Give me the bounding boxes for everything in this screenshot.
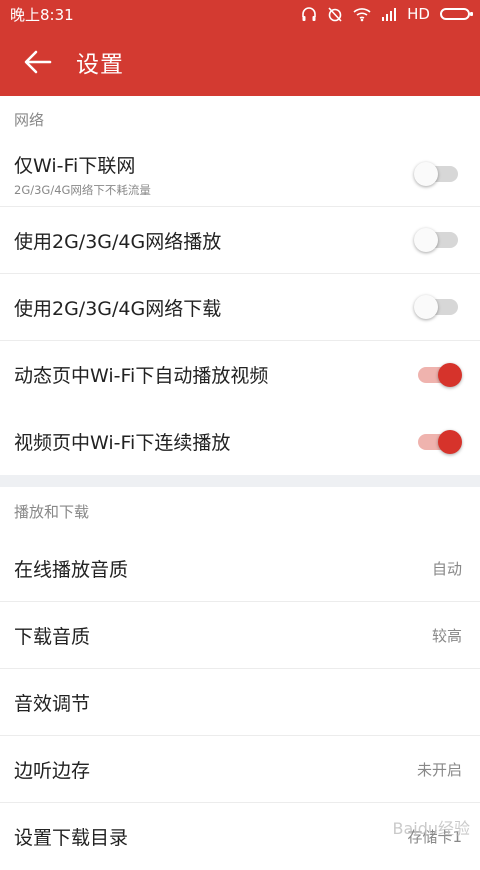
status-bar: 晚上8:31 HD: [0, 0, 480, 28]
section-header-network: 网络: [0, 96, 480, 142]
setting-online-quality[interactable]: 在线播放音质 自动: [0, 535, 480, 602]
status-time: 晚上8:31: [10, 4, 74, 25]
wifi-icon: [353, 6, 371, 22]
headphones-icon: [301, 6, 317, 22]
setting-label: 在线播放音质: [14, 555, 128, 582]
section-playback: 播放和下载 在线播放音质 自动 下载音质 较高 音效调节 边听边存 未开启 设置…: [0, 487, 480, 870]
status-icons: HD: [301, 5, 470, 23]
toggle-switch[interactable]: [414, 162, 462, 186]
setting-label: 视频页中Wi-Fi下连续播放: [14, 428, 230, 455]
network-type: HD: [407, 5, 430, 23]
section-divider: [0, 475, 480, 487]
setting-label: 设置下载目录: [14, 823, 128, 850]
setting-label: 使用2G/3G/4G网络播放: [14, 227, 221, 254]
setting-value: 较高: [432, 625, 462, 646]
toggle-switch[interactable]: [414, 228, 462, 252]
setting-mobile-download[interactable]: 使用2G/3G/4G网络下载: [0, 274, 480, 341]
page-title: 设置: [76, 45, 124, 79]
signal-icon: [381, 7, 397, 21]
setting-value: 自动: [432, 558, 462, 579]
toggle-switch[interactable]: [414, 363, 462, 387]
section-header-playback: 播放和下载: [0, 487, 480, 535]
setting-label: 下载音质: [14, 622, 90, 649]
setting-label: 使用2G/3G/4G网络下载: [14, 294, 221, 321]
network-rows: 仅Wi-Fi下联网 2G/3G/4G网络下不耗流量 使用2G/3G/4G网络播放…: [0, 142, 480, 475]
setting-label: 仅Wi-Fi下联网: [14, 151, 151, 178]
setting-value: 未开启: [417, 759, 462, 780]
battery-icon: [440, 8, 470, 20]
setting-autoplay-feed[interactable]: 动态页中Wi-Fi下自动播放视频: [0, 341, 480, 408]
setting-label: 音效调节: [14, 689, 90, 716]
setting-listen-save[interactable]: 边听边存 未开启: [0, 736, 480, 803]
toggle-switch[interactable]: [414, 295, 462, 319]
title-bar: 设置: [0, 28, 480, 96]
setting-label: 边听边存: [14, 756, 90, 783]
section-network: 网络 仅Wi-Fi下联网 2G/3G/4G网络下不耗流量 使用2G/3G/4G网…: [0, 96, 480, 475]
back-arrow-icon[interactable]: [22, 46, 54, 78]
watermark-logo: Baidu经验: [392, 815, 470, 839]
setting-subtitle: 2G/3G/4G网络下不耗流量: [14, 182, 151, 198]
toggle-switch[interactable]: [414, 430, 462, 454]
setting-text: 仅Wi-Fi下联网 2G/3G/4G网络下不耗流量: [14, 151, 151, 198]
setting-label: 动态页中Wi-Fi下自动播放视频: [14, 361, 268, 388]
setting-download-quality[interactable]: 下载音质 较高: [0, 602, 480, 669]
setting-wifi-only[interactable]: 仅Wi-Fi下联网 2G/3G/4G网络下不耗流量: [0, 142, 480, 207]
setting-mobile-play[interactable]: 使用2G/3G/4G网络播放: [0, 207, 480, 274]
alarm-off-icon: [327, 6, 343, 22]
setting-sound-effect[interactable]: 音效调节: [0, 669, 480, 736]
setting-continuous-play[interactable]: 视频页中Wi-Fi下连续播放: [0, 408, 480, 475]
